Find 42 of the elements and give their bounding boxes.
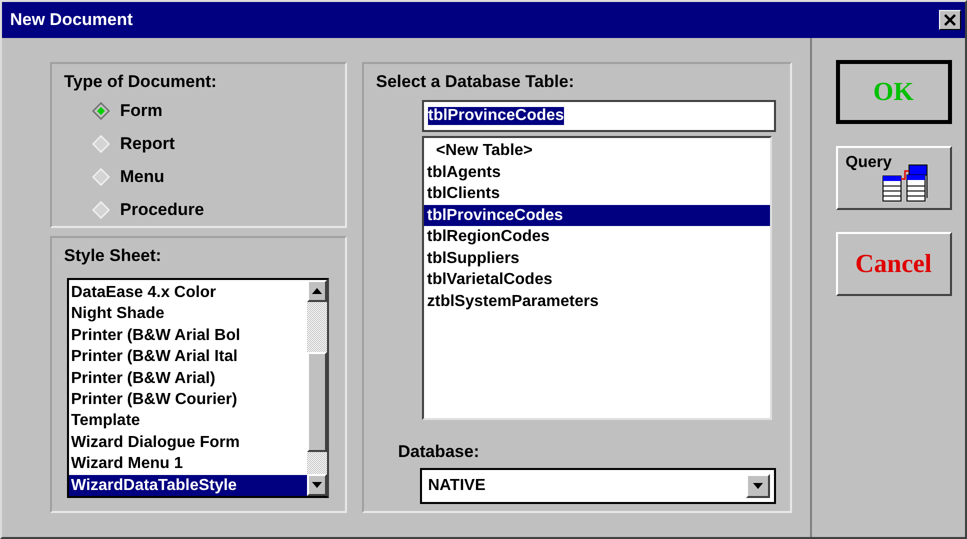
list-item[interactable]: ztblSystemParameters [424, 290, 770, 312]
list-item[interactable]: tblRegionCodes [424, 226, 770, 248]
radio-option[interactable]: Procedure [92, 193, 345, 226]
radio-option[interactable]: Report [92, 127, 345, 160]
list-item[interactable]: Night Shade [69, 303, 307, 325]
style-sheet-label: Style Sheet: [64, 246, 162, 266]
scrollbar[interactable] [307, 280, 327, 496]
close-button[interactable] [939, 10, 961, 30]
list-item[interactable]: WizardDataTableStyle [69, 474, 307, 496]
list-item[interactable]: DataEase 4.x Color [69, 282, 307, 304]
down-arrow-icon [312, 482, 322, 488]
query-button[interactable]: Query [836, 146, 952, 210]
list-item[interactable]: Template [69, 410, 307, 432]
radio-option[interactable]: Menu [92, 160, 345, 193]
caret-icon [753, 483, 763, 489]
table-label: Select a Database Table: [376, 72, 576, 92]
list-item[interactable]: <New Table> [424, 140, 770, 162]
radio-option[interactable]: Form [92, 94, 345, 127]
scroll-down-button[interactable] [307, 474, 327, 496]
table-list[interactable]: <New Table> tblAgents tblClients tblProvinceCodes tblRegionCodes tblSuppliers tblVarietalCodes ztblSystemParameters [422, 136, 772, 420]
scroll-up-button[interactable] [307, 280, 327, 302]
scroll-thumb[interactable] [307, 352, 327, 452]
style-sheet-list[interactable]: DataEase 4.x Color Night Shade Printer (B&W Arial Bol Printer (B&W Arial Ital Printer (B&W Arial) Printer (B&W Courier) Template Wizard Dialogue Form Wizard Menu 1 WizardDataTableStyle [67, 278, 329, 498]
list-item[interactable]: Printer (B&W Arial Bol [69, 324, 307, 346]
up-arrow-icon [312, 288, 322, 294]
list-item[interactable]: tblProvinceCodes [424, 204, 770, 226]
list-item[interactable]: Wizard Menu 1 [69, 453, 307, 475]
dropdown-button[interactable] [746, 474, 770, 498]
list-item[interactable]: Printer (B&W Arial Ital [69, 346, 307, 368]
list-item[interactable]: tblSuppliers [424, 248, 770, 269]
list-item[interactable]: tblClients [424, 183, 770, 204]
list-item[interactable]: Wizard Dialogue Form [69, 432, 307, 454]
list-item[interactable]: Printer (B&W Courier) [69, 389, 307, 410]
database-label: Database: [398, 442, 480, 462]
list-item[interactable]: tblAgents [424, 162, 770, 183]
list-item[interactable]: tblVarietalCodes [424, 269, 770, 290]
list-item[interactable]: Printer (B&W Arial) [69, 368, 307, 390]
close-icon [944, 14, 956, 26]
document-type-label: Type of Document: [64, 72, 218, 92]
database-dropdown[interactable]: NATIVE [420, 468, 776, 504]
table-name-field[interactable]: tblProvinceCodes [422, 100, 776, 132]
window-title: New Document [10, 10, 133, 30]
